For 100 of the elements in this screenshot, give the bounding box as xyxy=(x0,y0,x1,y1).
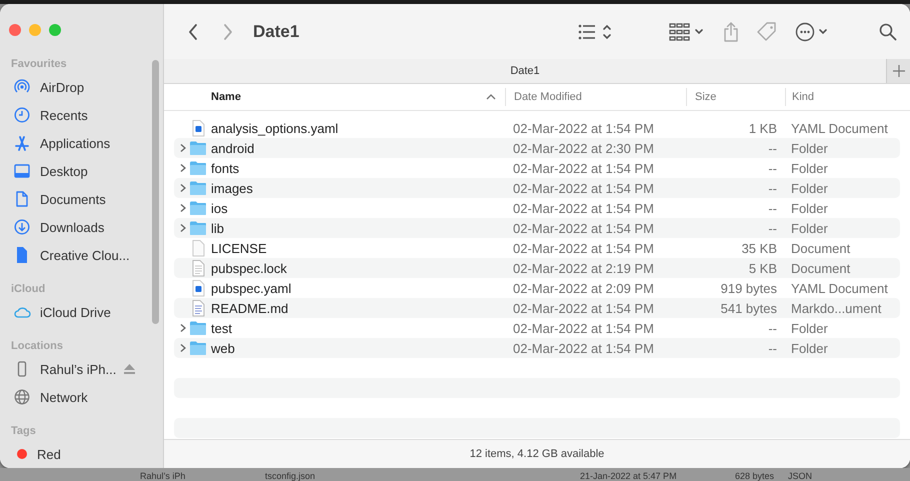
folder-icon xyxy=(189,339,207,357)
globe-icon xyxy=(13,388,31,406)
file-name: README.md xyxy=(211,300,288,316)
column-header[interactable]: Size xyxy=(686,88,785,106)
file-name: fonts xyxy=(211,160,240,176)
date-modified: 02-Mar-2022 at 1:54 PM xyxy=(512,220,655,236)
file-kind: Folder xyxy=(790,340,829,356)
file-size: 35 KB xyxy=(740,240,778,256)
date-modified: 02-Mar-2022 at 2:19 PM xyxy=(512,260,655,276)
file-name: test xyxy=(211,320,232,336)
date-modified: 02-Mar-2022 at 2:30 PM xyxy=(512,140,655,156)
file-name: lib xyxy=(211,220,224,236)
sidebar-item[interactable]: Rahul’s iPh... xyxy=(0,355,163,383)
folder-icon xyxy=(189,159,207,177)
date-modified: 02-Mar-2022 at 1:54 PM xyxy=(512,300,655,316)
status-text: 12 items, 4.12 GB available xyxy=(164,439,910,468)
file-row[interactable]: test 02-Mar-2022 at 1:54 PM -- Folder xyxy=(174,318,900,338)
file-name: web xyxy=(211,340,235,356)
file-size: -- xyxy=(767,320,778,336)
file-kind: YAML Document xyxy=(790,280,889,296)
scrollbar[interactable] xyxy=(152,60,159,324)
file-size: -- xyxy=(767,220,778,236)
sidebar-item[interactable]: Creative Clou... xyxy=(0,241,163,269)
sidebar-item: Rahul’s iPh xyxy=(140,471,186,481)
file-name: pubspec.yaml xyxy=(211,280,292,296)
applications-icon xyxy=(13,134,31,152)
file-row[interactable]: android 02-Mar-2022 at 2:30 PM -- Folder xyxy=(174,138,900,158)
file-row[interactable]: analysis_options.yaml 02-Mar-2022 at 1:54 PM 1 KB YAML Document xyxy=(174,118,900,138)
file-row[interactable]: pubspec.lock 02-Mar-2022 at 2:19 PM 5 KB Document xyxy=(174,258,900,278)
file-size: 1 KB xyxy=(748,120,778,136)
section-heading: Tags xyxy=(10,424,37,439)
sidebar-item[interactable]: Documents xyxy=(0,185,163,213)
file-row[interactable]: lib 02-Mar-2022 at 1:54 PM -- Folder xyxy=(174,218,900,238)
search-icon[interactable] xyxy=(879,22,897,40)
back-icon[interactable] xyxy=(188,22,198,40)
file-row[interactable]: fonts 02-Mar-2022 at 1:54 PM -- Folder xyxy=(174,158,900,178)
more-icon[interactable] xyxy=(795,22,829,42)
folder-icon xyxy=(189,139,207,157)
folder-icon xyxy=(189,179,207,197)
file-row[interactable]: web 02-Mar-2022 at 1:54 PM -- Folder xyxy=(174,338,900,358)
date-modified: 02-Mar-2022 at 1:54 PM xyxy=(512,200,655,216)
date-modified: 21-Jan-2022 at 5:47 PM xyxy=(580,471,677,481)
disclosure-icon[interactable] xyxy=(179,223,187,233)
sidebar-item[interactable]: Applications xyxy=(0,129,163,157)
file-row[interactable]: LICENSE 02-Mar-2022 at 1:54 PM 35 KB Document xyxy=(174,238,900,258)
file-kind: Folder xyxy=(790,220,829,236)
file-name: images xyxy=(211,180,253,196)
date-modified: 02-Mar-2022 at 1:54 PM xyxy=(512,340,655,356)
disclosure-icon[interactable] xyxy=(179,143,187,153)
file-kind: JSON xyxy=(788,471,812,481)
file-name: android xyxy=(211,140,254,156)
column-header[interactable]: Date Modified xyxy=(505,88,686,106)
sidebar-item[interactable]: Desktop xyxy=(0,157,163,185)
file-size: 628 bytes xyxy=(735,471,774,481)
new-tab-button[interactable] xyxy=(886,59,910,83)
folder-icon xyxy=(189,199,207,217)
file-size: -- xyxy=(767,160,778,176)
file-name: ios xyxy=(211,200,228,216)
sidebar-item[interactable]: iCloud Drive xyxy=(0,298,163,326)
sidebar-item[interactable]: Network xyxy=(0,383,163,411)
file-row[interactable]: pubspec.yaml 02-Mar-2022 at 2:09 PM 919 bytes YAML Document xyxy=(174,278,900,298)
desktop-icon xyxy=(13,162,31,180)
sidebar-item[interactable]: AirDrop xyxy=(0,73,163,101)
file-kind: Folder xyxy=(790,140,829,156)
folder-icon xyxy=(189,219,207,237)
file-name: analysis_options.yaml xyxy=(211,120,338,136)
file-kind: Folder xyxy=(790,320,829,336)
date-modified: 02-Mar-2022 at 2:09 PM xyxy=(512,280,655,296)
column-header[interactable]: Name xyxy=(174,88,505,106)
column-header[interactable]: Kind xyxy=(785,88,900,106)
disclosure-icon[interactable] xyxy=(179,183,187,193)
file-row[interactable]: ios 02-Mar-2022 at 1:54 PM -- Folder xyxy=(174,198,900,218)
disclosure-icon[interactable] xyxy=(179,203,187,213)
file-kind: Document xyxy=(790,240,852,256)
file-kind: Document xyxy=(790,260,852,276)
file-kind: Folder xyxy=(790,200,829,216)
file-size: -- xyxy=(767,200,778,216)
section-heading: iCloud xyxy=(10,282,46,297)
file-kind: YAML Document xyxy=(790,120,889,136)
clock-icon xyxy=(13,106,31,124)
file-name: tsconfig.json xyxy=(265,471,316,481)
disclosure-icon[interactable] xyxy=(179,323,187,333)
grid-view-icon[interactable] xyxy=(669,22,705,40)
file-kind: Markdo...ument xyxy=(790,300,882,316)
date-modified: 02-Mar-2022 at 1:54 PM xyxy=(512,180,655,196)
date-modified: 02-Mar-2022 at 1:54 PM xyxy=(512,240,655,256)
file-row[interactable]: images 02-Mar-2022 at 1:54 PM -- Folder xyxy=(174,178,900,198)
file-name: pubspec.lock xyxy=(211,260,287,276)
file-size: 919 bytes xyxy=(720,280,778,296)
sidebar-item[interactable]: Recents xyxy=(0,101,163,129)
download-icon xyxy=(13,218,31,236)
disclosure-icon[interactable] xyxy=(179,163,187,173)
sidebar-item[interactable]: Red xyxy=(0,440,163,468)
file-name: LICENSE xyxy=(211,240,267,256)
section-heading: Locations xyxy=(10,339,64,354)
file-row[interactable]: README.md 02-Mar-2022 at 1:54 PM 541 bytes Markdo...ument xyxy=(174,298,900,318)
folder-icon xyxy=(189,319,207,337)
sidebar-item[interactable]: Downloads xyxy=(0,213,163,241)
disclosure-icon[interactable] xyxy=(179,343,187,353)
file-kind: Folder xyxy=(790,180,829,196)
